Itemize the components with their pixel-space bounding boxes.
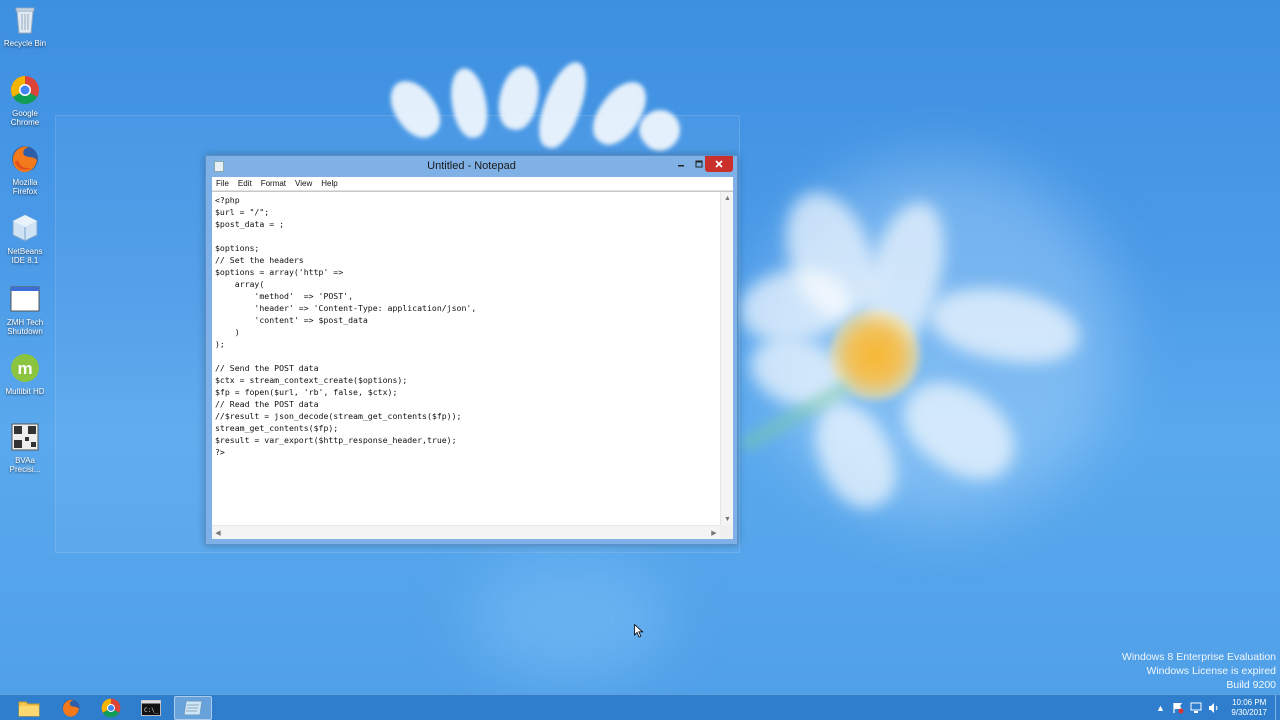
vertical-scrollbar[interactable]: ▲ ▼ [720,192,733,525]
minimize-button[interactable] [672,156,690,172]
desktop-icon-label: NetBeans IDE 8.1 [7,247,43,265]
desktop-icon-label: Mozilla Firefox [12,178,38,196]
scroll-down-icon[interactable]: ▼ [721,513,734,525]
recycle-bin-icon [9,4,41,36]
desktop-icon-label: Multibit HD [5,387,45,396]
notepad-window[interactable]: Untitled - Notepad File Edit Format View… [205,155,738,545]
clock-date: 9/30/2017 [1231,708,1267,717]
desktop-icon-zmh-shutdown[interactable]: ZMH Tech Shutdown [0,283,50,336]
file-explorer-icon [18,701,40,717]
editor-content[interactable]: <?php $url = "/"; $post_data = ; $option… [215,194,720,524]
multibit-icon: m [9,352,41,384]
volume-icon[interactable] [1207,701,1221,715]
menu-help[interactable]: Help [321,179,337,188]
chrome-icon [101,698,121,718]
desktop-icon-firefox[interactable]: Mozilla Firefox [0,143,50,196]
scroll-up-icon[interactable]: ▲ [721,192,734,204]
menu-view[interactable]: View [295,179,312,188]
text-editor[interactable]: <?php $url = "/"; $post_data = ; $option… [212,191,733,539]
watermark-build: Build 9200 [1226,679,1276,691]
command-prompt-icon: C:\_ [141,700,161,716]
show-desktop-button[interactable] [1275,695,1280,720]
window-app-icon [9,283,41,315]
taskbar-command-prompt[interactable]: C:\_ [132,696,170,720]
netbeans-icon [9,212,41,244]
taskbar-firefox[interactable] [52,696,90,720]
notepad-icon [183,700,203,716]
watermark-license: Windows License is expired [1146,665,1276,677]
menu-edit[interactable]: Edit [238,179,252,188]
chrome-icon [9,74,41,106]
maximize-icon [695,160,703,168]
wallpaper-glow [470,560,670,680]
desktop-icon-label: ZMH Tech Shutdown [6,318,44,336]
desktop-icon-netbeans[interactable]: NetBeans IDE 8.1 [0,212,50,265]
notepad-titlebar[interactable]: Untitled - Notepad [206,156,737,177]
taskbar-notepad[interactable] [174,696,212,720]
desktop-icon-recycle-bin[interactable]: Recycle Bin [0,4,50,48]
scrollbar-corner [720,525,733,539]
scroll-left-icon[interactable]: ◀ [212,526,224,540]
taskbar-clock[interactable]: 10:06 PM 9/30/2017 [1231,698,1267,718]
desktop-icon-bvaa[interactable]: BVAa Precisi... [0,421,50,474]
firefox-icon [9,143,41,175]
clock-time: 10:06 PM [1232,698,1267,707]
desktop-icon-label: Recycle Bin [3,39,47,48]
qr-app-icon [9,421,41,453]
minimize-icon [678,165,684,167]
close-button[interactable] [705,156,733,172]
menu-bar: File Edit Format View Help [212,177,733,191]
desktop-icon-label: Google Chrome [10,109,40,127]
horizontal-scrollbar[interactable]: ◀ ▶ [212,525,720,539]
windows-watermark: Windows 8 Enterprise Evaluation Windows … [1122,650,1276,692]
menu-format[interactable]: Format [261,179,286,188]
taskbar-file-explorer[interactable] [10,696,48,720]
scroll-right-icon[interactable]: ▶ [708,526,720,540]
menu-file[interactable]: File [216,179,229,188]
desktop-icon-label: BVAa Precisi... [9,456,41,474]
desktop-icon-chrome[interactable]: Google Chrome [0,74,50,127]
window-title: Untitled - Notepad [427,160,516,172]
desktop-icon-multibit[interactable]: m Multibit HD [0,352,50,396]
taskbar: C:\_ ▲ 10:06 PM 9/30/2017 [0,694,1280,720]
watermark-edition: Windows 8 Enterprise Evaluation [1121,651,1276,663]
svg-text:m: m [17,359,32,378]
svg-text:C:\_: C:\_ [144,707,159,714]
system-tray: ▲ 10:06 PM 9/30/2017 [1151,695,1280,720]
firefox-icon [62,699,80,717]
mouse-cursor-icon [634,624,644,638]
show-hidden-icons-icon[interactable]: ▲ [1153,701,1167,715]
close-icon [715,160,723,168]
taskbar-chrome[interactable] [92,696,130,720]
action-center-flag-icon[interactable] [1171,701,1185,715]
network-icon[interactable] [1189,701,1203,715]
